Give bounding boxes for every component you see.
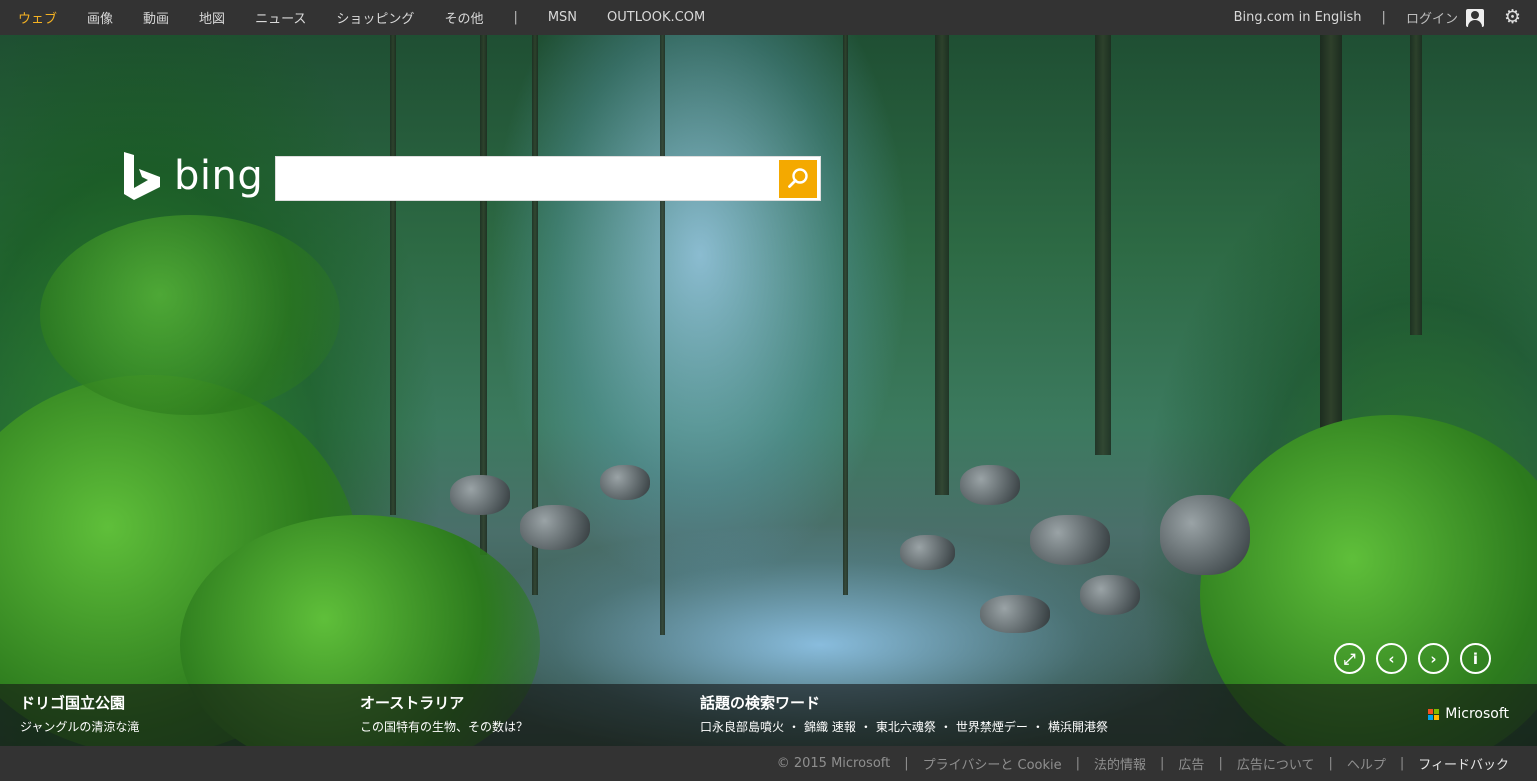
copyright: © 2015 Microsoft <box>776 756 891 771</box>
footer-separator: | <box>1218 756 1223 771</box>
caption-country[interactable]: オーストラリア この国特有の生物、その数は？ <box>360 692 528 735</box>
info-icon[interactable]: i <box>1460 643 1491 674</box>
nav-divider: | <box>513 10 518 25</box>
footer-separator: | <box>1160 756 1165 771</box>
nav-left: ウェブ 画像 動画 地図 ニュース ショッピング その他 | MSN OUTLO… <box>18 8 735 27</box>
nav-web[interactable]: ウェブ <box>18 8 57 27</box>
microsoft-logo-icon <box>1428 708 1440 720</box>
trending-separator: ・ <box>788 720 801 734</box>
caption-strip: ドリゴ国立公園 ジャングルの清涼な滝 オーストラリア この国特有の生物、その数は… <box>0 684 1537 746</box>
nav-news[interactable]: ニュース <box>255 8 306 27</box>
trending-searches: 話題の検索ワード 口永良部島噴火・錦織 速報・東北六魂祭・世界禁煙デー・横浜開港… <box>700 692 1108 735</box>
footer-separator: | <box>904 756 909 771</box>
english-link[interactable]: Bing.com in English <box>1234 10 1362 25</box>
caption-title: オーストラリア <box>360 694 465 712</box>
trending-title: 話題の検索ワード <box>700 694 821 712</box>
trending-list: 口永良部島噴火・錦織 速報・東北六魂祭・世界禁煙デー・横浜開港祭 <box>700 718 1108 735</box>
user-icon[interactable] <box>1465 8 1484 27</box>
microsoft-logo[interactable]: Microsoft <box>1428 706 1509 722</box>
magnifier-icon <box>788 167 808 188</box>
caption-title: ドリゴ国立公園 <box>20 694 126 712</box>
previous-icon[interactable]: ‹ <box>1376 643 1407 674</box>
fullscreen-icon[interactable]: ⤢ <box>1334 643 1365 674</box>
trending-separator: ・ <box>859 720 872 734</box>
next-icon[interactable]: › <box>1418 643 1449 674</box>
search-input[interactable] <box>276 157 779 200</box>
legal-link[interactable]: 法的情報 <box>1094 754 1146 773</box>
feedback-link[interactable]: フィードバック <box>1418 754 1509 773</box>
nav-videos[interactable]: 動画 <box>143 8 169 27</box>
trending-separator: ・ <box>939 720 952 734</box>
nav-right: Bing.com in English | ログイン ⚙ <box>1234 8 1521 28</box>
trending-item[interactable]: 世界禁煙デー <box>956 720 1028 734</box>
privacy-link[interactable]: プライバシーと Cookie <box>923 754 1062 773</box>
trending-separator: ・ <box>1031 720 1044 734</box>
nav-outlook[interactable]: OUTLOOK.COM <box>607 10 705 25</box>
footer-separator: | <box>1075 756 1081 771</box>
background-image <box>0 35 1537 746</box>
caption-subtitle: この国特有の生物、その数は？ <box>360 720 529 734</box>
caption-subtitle: ジャングルの清涼な滝 <box>20 720 140 734</box>
footer-separator: | <box>1328 756 1333 771</box>
about-ads-link[interactable]: 広告について <box>1237 754 1315 773</box>
trending-item[interactable]: 東北六魂祭 <box>876 720 936 734</box>
search-box <box>275 156 821 201</box>
nav-msn[interactable]: MSN <box>548 10 577 25</box>
help-link[interactable]: ヘルプ <box>1347 754 1386 773</box>
nav-maps[interactable]: 地図 <box>199 8 225 27</box>
trending-item[interactable]: 横浜開港祭 <box>1048 720 1108 734</box>
nav-divider-right: | <box>1381 10 1386 25</box>
image-controls: ⤢ ‹ › i <box>1334 643 1502 674</box>
bing-logo[interactable]: bing <box>122 150 263 202</box>
trending-item[interactable]: 口永良部島噴火 <box>700 720 784 734</box>
caption-location[interactable]: ドリゴ国立公園 ジャングルの清涼な滝 <box>20 692 139 735</box>
bing-logo-text: bing <box>174 153 264 199</box>
footer: © 2015 Microsoft | プライバシーと Cookie | 法的情報… <box>0 746 1537 781</box>
search-button[interactable] <box>779 159 817 198</box>
ads-link[interactable]: 広告 <box>1178 754 1204 773</box>
nav-shopping[interactable]: ショッピング <box>336 8 414 27</box>
nav-more[interactable]: その他 <box>444 8 483 27</box>
bing-logo-icon <box>122 150 164 202</box>
footer-separator: | <box>1399 756 1405 771</box>
gear-icon[interactable]: ⚙ <box>1504 8 1521 27</box>
nav-images[interactable]: 画像 <box>87 8 113 27</box>
top-navigation: ウェブ 画像 動画 地図 ニュース ショッピング その他 | MSN OUTLO… <box>0 0 1537 35</box>
login-link[interactable]: ログイン <box>1406 8 1458 27</box>
trending-item[interactable]: 錦織 速報 <box>804 720 856 734</box>
microsoft-label: Microsoft <box>1445 706 1509 722</box>
